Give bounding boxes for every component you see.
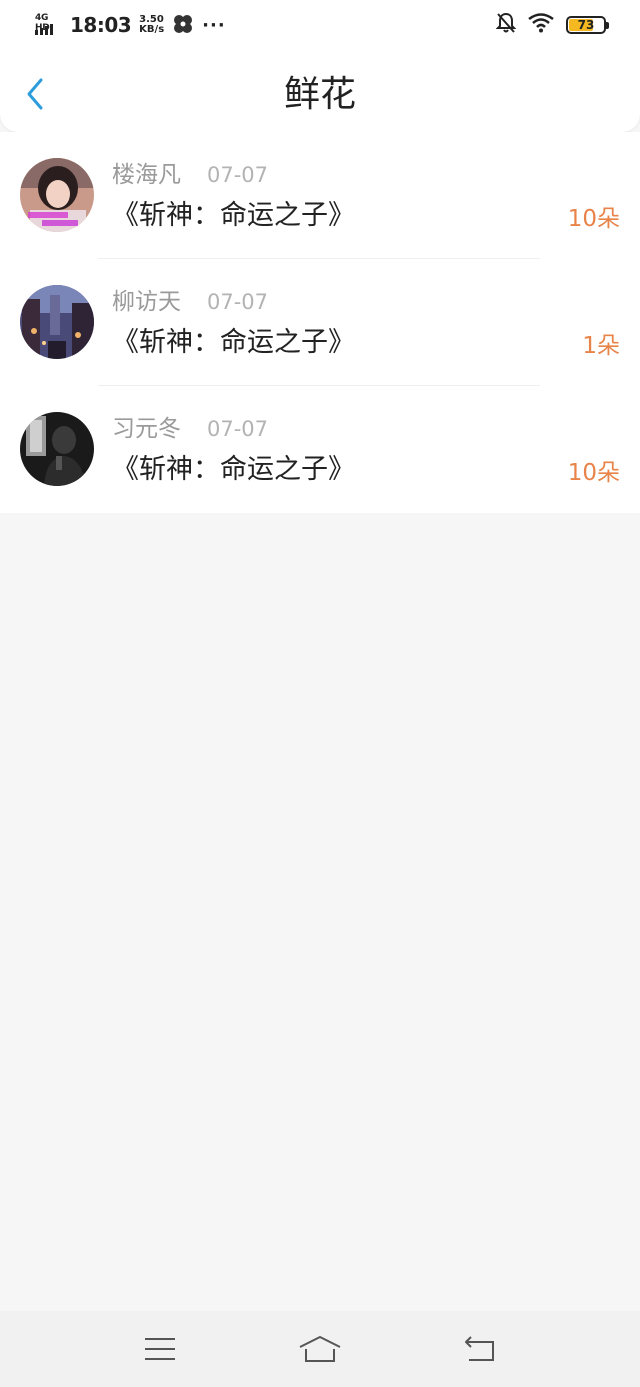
flower-gift-list: 楼海凡 07-07 《斩神：命运之子》 10朵 柳访天 07-07 《斩神：命运… [0,132,640,513]
bell-muted-icon [495,12,517,38]
home-button[interactable] [290,1324,350,1374]
return-icon [465,1336,494,1361]
sender-name: 楼海凡 [112,162,181,188]
flower-count: 10朵 [567,460,620,486]
sender-name: 习元冬 [112,416,181,442]
status-left: 4G HD 18:03 3.50 KB/s ··· [34,13,226,38]
app-header: 鲜花 [0,50,640,132]
network-speed: 3.50 KB/s [139,15,164,35]
cellular-signal-icon: 4G HD [34,13,62,37]
home-icon [299,1336,341,1362]
book-title[interactable]: 《斩神：命运之子》 [112,325,355,361]
list-item[interactable]: 柳访天 07-07 《斩神：命运之子》 1朵 [0,259,640,386]
night-street-avatar[interactable] [20,285,94,359]
sender-name: 柳访天 [112,289,181,315]
man-silhouette-avatar[interactable] [20,412,94,486]
flower-count: 1朵 [582,333,620,359]
system-nav-bar [0,1311,640,1387]
clock: 18:03 [70,13,132,37]
page-title: 鲜花 [283,74,356,115]
more-notifications-icon: ··· [202,14,226,36]
gift-date: 07-07 [207,417,269,441]
list-item[interactable]: 楼海凡 07-07 《斩神：命运之子》 10朵 [0,132,640,259]
wifi-icon [528,13,554,37]
gift-date: 07-07 [207,163,269,187]
list-item[interactable]: 习元冬 07-07 《斩神：命运之子》 10朵 [0,386,640,513]
book-title[interactable]: 《斩神：命运之子》 [112,452,355,488]
battery-icon: 73 [566,16,609,34]
speed-unit: KB/s [139,24,165,35]
flower-count: 10朵 [567,206,620,232]
book-title[interactable]: 《斩神：命运之子》 [112,198,355,234]
menu-icon [145,1338,175,1360]
battery-level: 73 [577,18,595,32]
menu-button[interactable] [130,1324,190,1374]
status-right: 73 [495,12,609,38]
gift-date: 07-07 [207,290,269,314]
fan-icon [172,13,194,38]
status-bar: 4G HD 18:03 3.50 KB/s ··· [0,0,640,50]
return-button[interactable] [450,1324,510,1374]
girl-portrait-avatar[interactable] [20,158,94,232]
